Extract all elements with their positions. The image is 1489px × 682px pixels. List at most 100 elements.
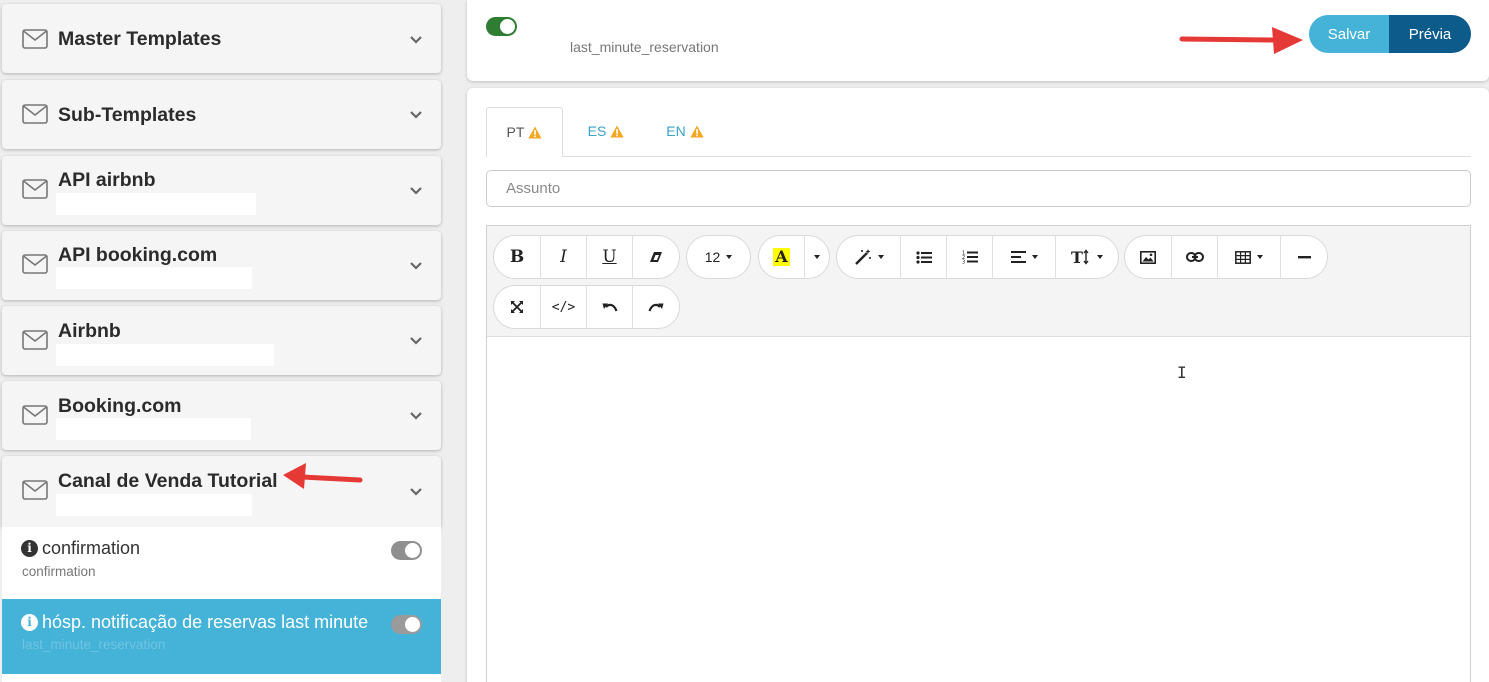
insert-table-dropdown[interactable] [1218, 236, 1281, 278]
table-icon [1235, 250, 1251, 264]
caret-down-icon [877, 255, 884, 259]
tab-pt[interactable]: PT [486, 107, 563, 157]
chevron-down-icon[interactable] [409, 186, 423, 196]
group-sub-templates[interactable]: Sub-Templates [2, 80, 441, 149]
group-api-airbnb[interactable]: API airbnb [2, 156, 441, 225]
bullet-list-button[interactable] [901, 236, 947, 278]
info-icon: i [21, 614, 38, 631]
italic-button[interactable]: I [541, 236, 587, 278]
bold-button[interactable]: B [494, 236, 541, 278]
bold-icon: B [509, 247, 525, 267]
group-booking[interactable]: Booking.com [2, 381, 441, 450]
info-icon: i [21, 540, 38, 557]
editor-toolbar: B I U 12 A 123 T </> [487, 226, 1470, 337]
group-subtitle-redacted [56, 344, 274, 366]
group-airbnb[interactable]: Airbnb [2, 306, 441, 375]
horizontal-rule-button[interactable] [1281, 236, 1327, 278]
warning-icon [610, 125, 624, 138]
chevron-down-icon[interactable] [409, 261, 423, 271]
align-left-icon [1010, 251, 1026, 263]
caret-down-icon [1257, 255, 1263, 259]
group-title: Sub-Templates [58, 104, 197, 126]
align-dropdown[interactable] [993, 236, 1056, 278]
tab-label: ES [587, 123, 607, 139]
insert-group [1124, 235, 1328, 279]
template-code: last_minute_reservation [22, 637, 166, 652]
group-title: Canal de Venda Tutorial [58, 470, 278, 492]
sidebar-next-item [2, 674, 441, 682]
annotation-arrow-left [283, 463, 363, 489]
group-title: API booking.com [58, 244, 218, 266]
rich-text-editor: B I U 12 A 123 T </> I [486, 225, 1471, 682]
chevron-down-icon[interactable] [409, 35, 423, 45]
warning-icon [690, 125, 704, 138]
annotation-arrow-right [1179, 27, 1303, 54]
group-master-templates[interactable]: Master Templates [2, 4, 441, 73]
caret-down-icon [1031, 255, 1038, 259]
numbered-list-icon: 123 [962, 251, 978, 265]
code-view-icon: </> [551, 299, 576, 315]
font-size-dropdown[interactable]: 12 [687, 236, 750, 278]
fullscreen-button[interactable] [494, 286, 541, 328]
code-view-button[interactable]: </> [541, 286, 587, 328]
tab-es[interactable]: ES [575, 107, 637, 157]
template-code: last_minute_reservation [570, 39, 719, 55]
tab-label: EN [666, 123, 686, 139]
undo-icon [602, 303, 618, 311]
template-toggle[interactable] [391, 541, 422, 560]
template-toggle[interactable] [391, 615, 422, 634]
chevron-down-icon[interactable] [409, 336, 423, 346]
chevron-down-icon[interactable] [409, 411, 423, 421]
envelope-icon [22, 405, 48, 425]
envelope-icon [22, 104, 48, 124]
tab-en[interactable]: EN [653, 107, 717, 157]
template-item-last-minute[interactable]: i hósp. notificação de reservas last min… [2, 599, 441, 674]
italic-icon: I [560, 247, 567, 267]
font-size-group: 12 [686, 235, 751, 279]
group-title: Master Templates [58, 28, 222, 50]
clear-format-button[interactable] [633, 236, 679, 278]
svg-text:T: T [1071, 249, 1083, 265]
tab-label: PT [506, 124, 525, 140]
editor-content-area[interactable]: I [487, 337, 1470, 682]
text-color-button[interactable]: A [759, 236, 805, 278]
redo-icon [648, 303, 664, 311]
paragraph-group: 123 T [836, 235, 1119, 279]
style-dropdown[interactable] [837, 236, 901, 278]
group-subtitle-redacted [56, 193, 256, 215]
underline-icon: U [602, 247, 617, 267]
group-api-booking[interactable]: API booking.com [2, 231, 441, 300]
color-group: A [758, 235, 830, 279]
undo-button[interactable] [587, 286, 633, 328]
subject-input[interactable] [486, 170, 1471, 207]
chevron-down-icon[interactable] [409, 110, 423, 120]
svg-text:3: 3 [962, 260, 965, 265]
magic-wand-icon [854, 249, 871, 265]
view-group: </> [493, 285, 680, 329]
template-editor-card: PT ES EN B I U 12 A [467, 88, 1489, 682]
insert-link-button[interactable] [1172, 236, 1218, 278]
insert-image-button[interactable] [1125, 236, 1172, 278]
line-height-icon: T [1071, 249, 1089, 265]
group-subtitle-redacted [56, 494, 252, 516]
template-code: confirmation [22, 564, 96, 579]
color-dropdown-button[interactable] [805, 236, 829, 278]
preview-button[interactable]: Prévia [1389, 15, 1471, 53]
template-item-confirmation[interactable]: i confirmation confirmation [2, 527, 441, 599]
save-button[interactable]: Salvar [1309, 15, 1389, 53]
numbered-list-button[interactable]: 123 [947, 236, 993, 278]
format-group: B I U [493, 235, 680, 279]
group-canal-de-venda-tutorial[interactable]: Canal de Venda Tutorial [2, 456, 441, 527]
envelope-icon [22, 179, 48, 199]
link-icon [1185, 252, 1204, 262]
envelope-icon [22, 330, 48, 350]
underline-button[interactable]: U [587, 236, 633, 278]
group-subtitle-redacted [56, 418, 251, 440]
chevron-down-icon[interactable] [409, 487, 423, 497]
template-enabled-toggle[interactable] [486, 17, 517, 36]
line-height-dropdown[interactable]: T [1056, 236, 1118, 278]
text-cursor-icon: I [1177, 363, 1187, 382]
envelope-icon [22, 254, 48, 274]
template-header: last_minute_reservation Salvar Prévia [467, 0, 1489, 81]
redo-button[interactable] [633, 286, 679, 328]
